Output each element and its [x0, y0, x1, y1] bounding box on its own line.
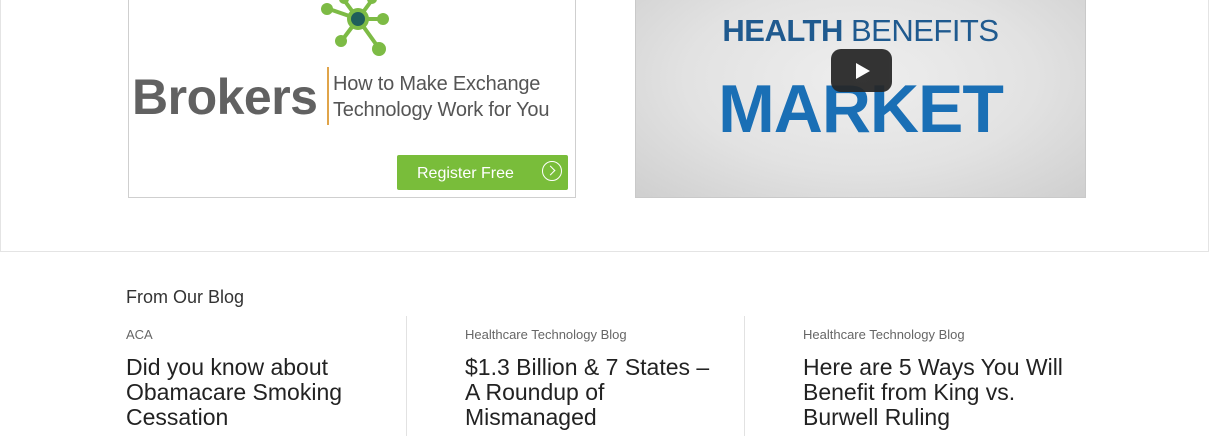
register-free-button[interactable]: Register Free — [397, 155, 568, 190]
tagline-line-1: How to Make Exchange — [333, 73, 541, 95]
tagline-line-2: Technology Work for You — [333, 99, 550, 121]
blog-post-category[interactable]: ACA — [126, 327, 426, 342]
video-player[interactable]: HEALTH BENEFITS MARKET — [635, 0, 1086, 198]
chevron-right-circle-icon — [542, 161, 562, 181]
featured-section: Brokers How to Make Exchange Technology … — [0, 0, 1209, 252]
blog-post-title[interactable]: Did you know about Obamacare Smoking Ces… — [126, 355, 386, 430]
brokers-title: Brokers — [132, 69, 318, 125]
blog-post-title[interactable]: $1.3 Billion & 7 States – A Roundup of M… — [465, 355, 725, 430]
blog-post-card: Healthcare Technology Blog $1.3 Billion … — [406, 316, 765, 436]
blog-post-category[interactable]: Healthcare Technology Blog — [803, 327, 1103, 342]
video-title-light: BENEFITS — [850, 13, 999, 48]
register-button-label: Register Free — [417, 165, 514, 182]
blog-post-card: ACA Did you know about Obamacare Smoking… — [126, 316, 426, 436]
video-title-bold: HEALTH — [722, 13, 843, 48]
blog-post-category[interactable]: Healthcare Technology Blog — [465, 327, 765, 342]
blog-section-heading: From Our Blog — [126, 287, 245, 307]
molecule-logo-icon — [321, 0, 389, 56]
play-icon[interactable] — [831, 49, 892, 92]
blog-post-title[interactable]: Here are 5 Ways You Will Benefit from Ki… — [803, 355, 1063, 430]
blog-post-card: Healthcare Technology Blog Here are 5 Wa… — [744, 316, 1103, 436]
brand-divider — [327, 67, 329, 125]
ad-tagline: How to Make Exchange Technology Work for… — [333, 71, 549, 123]
brokers-ad-banner[interactable]: Brokers How to Make Exchange Technology … — [128, 0, 576, 198]
video-title-top: HEALTH BENEFITS — [636, 13, 1085, 49]
